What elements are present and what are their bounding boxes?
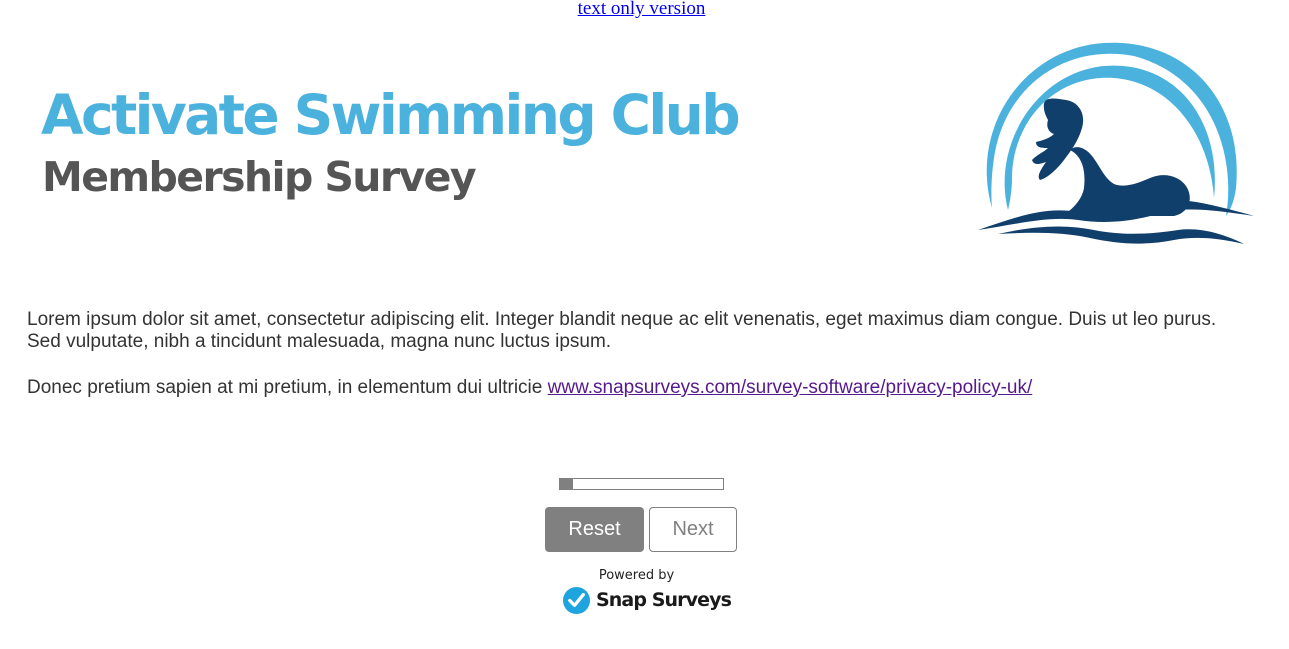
privacy-policy-link[interactable]: www.snapsurveys.com/survey-software/priv… bbox=[548, 377, 1033, 398]
snap-surveys-brand[interactable]: Snap Surveys bbox=[562, 585, 732, 615]
privacy-text: Donec pretium sapien at mi pretium, in e… bbox=[27, 377, 543, 398]
text-only-version-link[interactable]: text only version bbox=[0, 0, 1283, 20]
reset-button[interactable]: Reset bbox=[545, 507, 644, 552]
intro-text: Lorem ipsum dolor sit amet, consectetur … bbox=[27, 309, 1247, 399]
check-circle-icon bbox=[562, 586, 591, 614]
logo-wave-bottom bbox=[998, 226, 1244, 244]
swimmer-logo bbox=[978, 42, 1254, 244]
progress-bar bbox=[559, 478, 724, 490]
page-subtitle: Membership Survey bbox=[42, 153, 477, 201]
progress-bar-fill bbox=[560, 479, 574, 489]
page-title: Activate Swimming Club bbox=[41, 83, 741, 147]
next-button[interactable]: Next bbox=[649, 507, 737, 552]
intro-paragraph: Lorem ipsum dolor sit amet, consectetur … bbox=[27, 309, 1217, 352]
privacy-paragraph: Donec pretium sapien at mi pretium, in e… bbox=[27, 377, 1247, 399]
logo-swimmer-arm bbox=[1032, 98, 1084, 180]
powered-by-label: Powered by bbox=[598, 568, 675, 583]
snap-surveys-name: Snap Surveys bbox=[596, 589, 732, 611]
